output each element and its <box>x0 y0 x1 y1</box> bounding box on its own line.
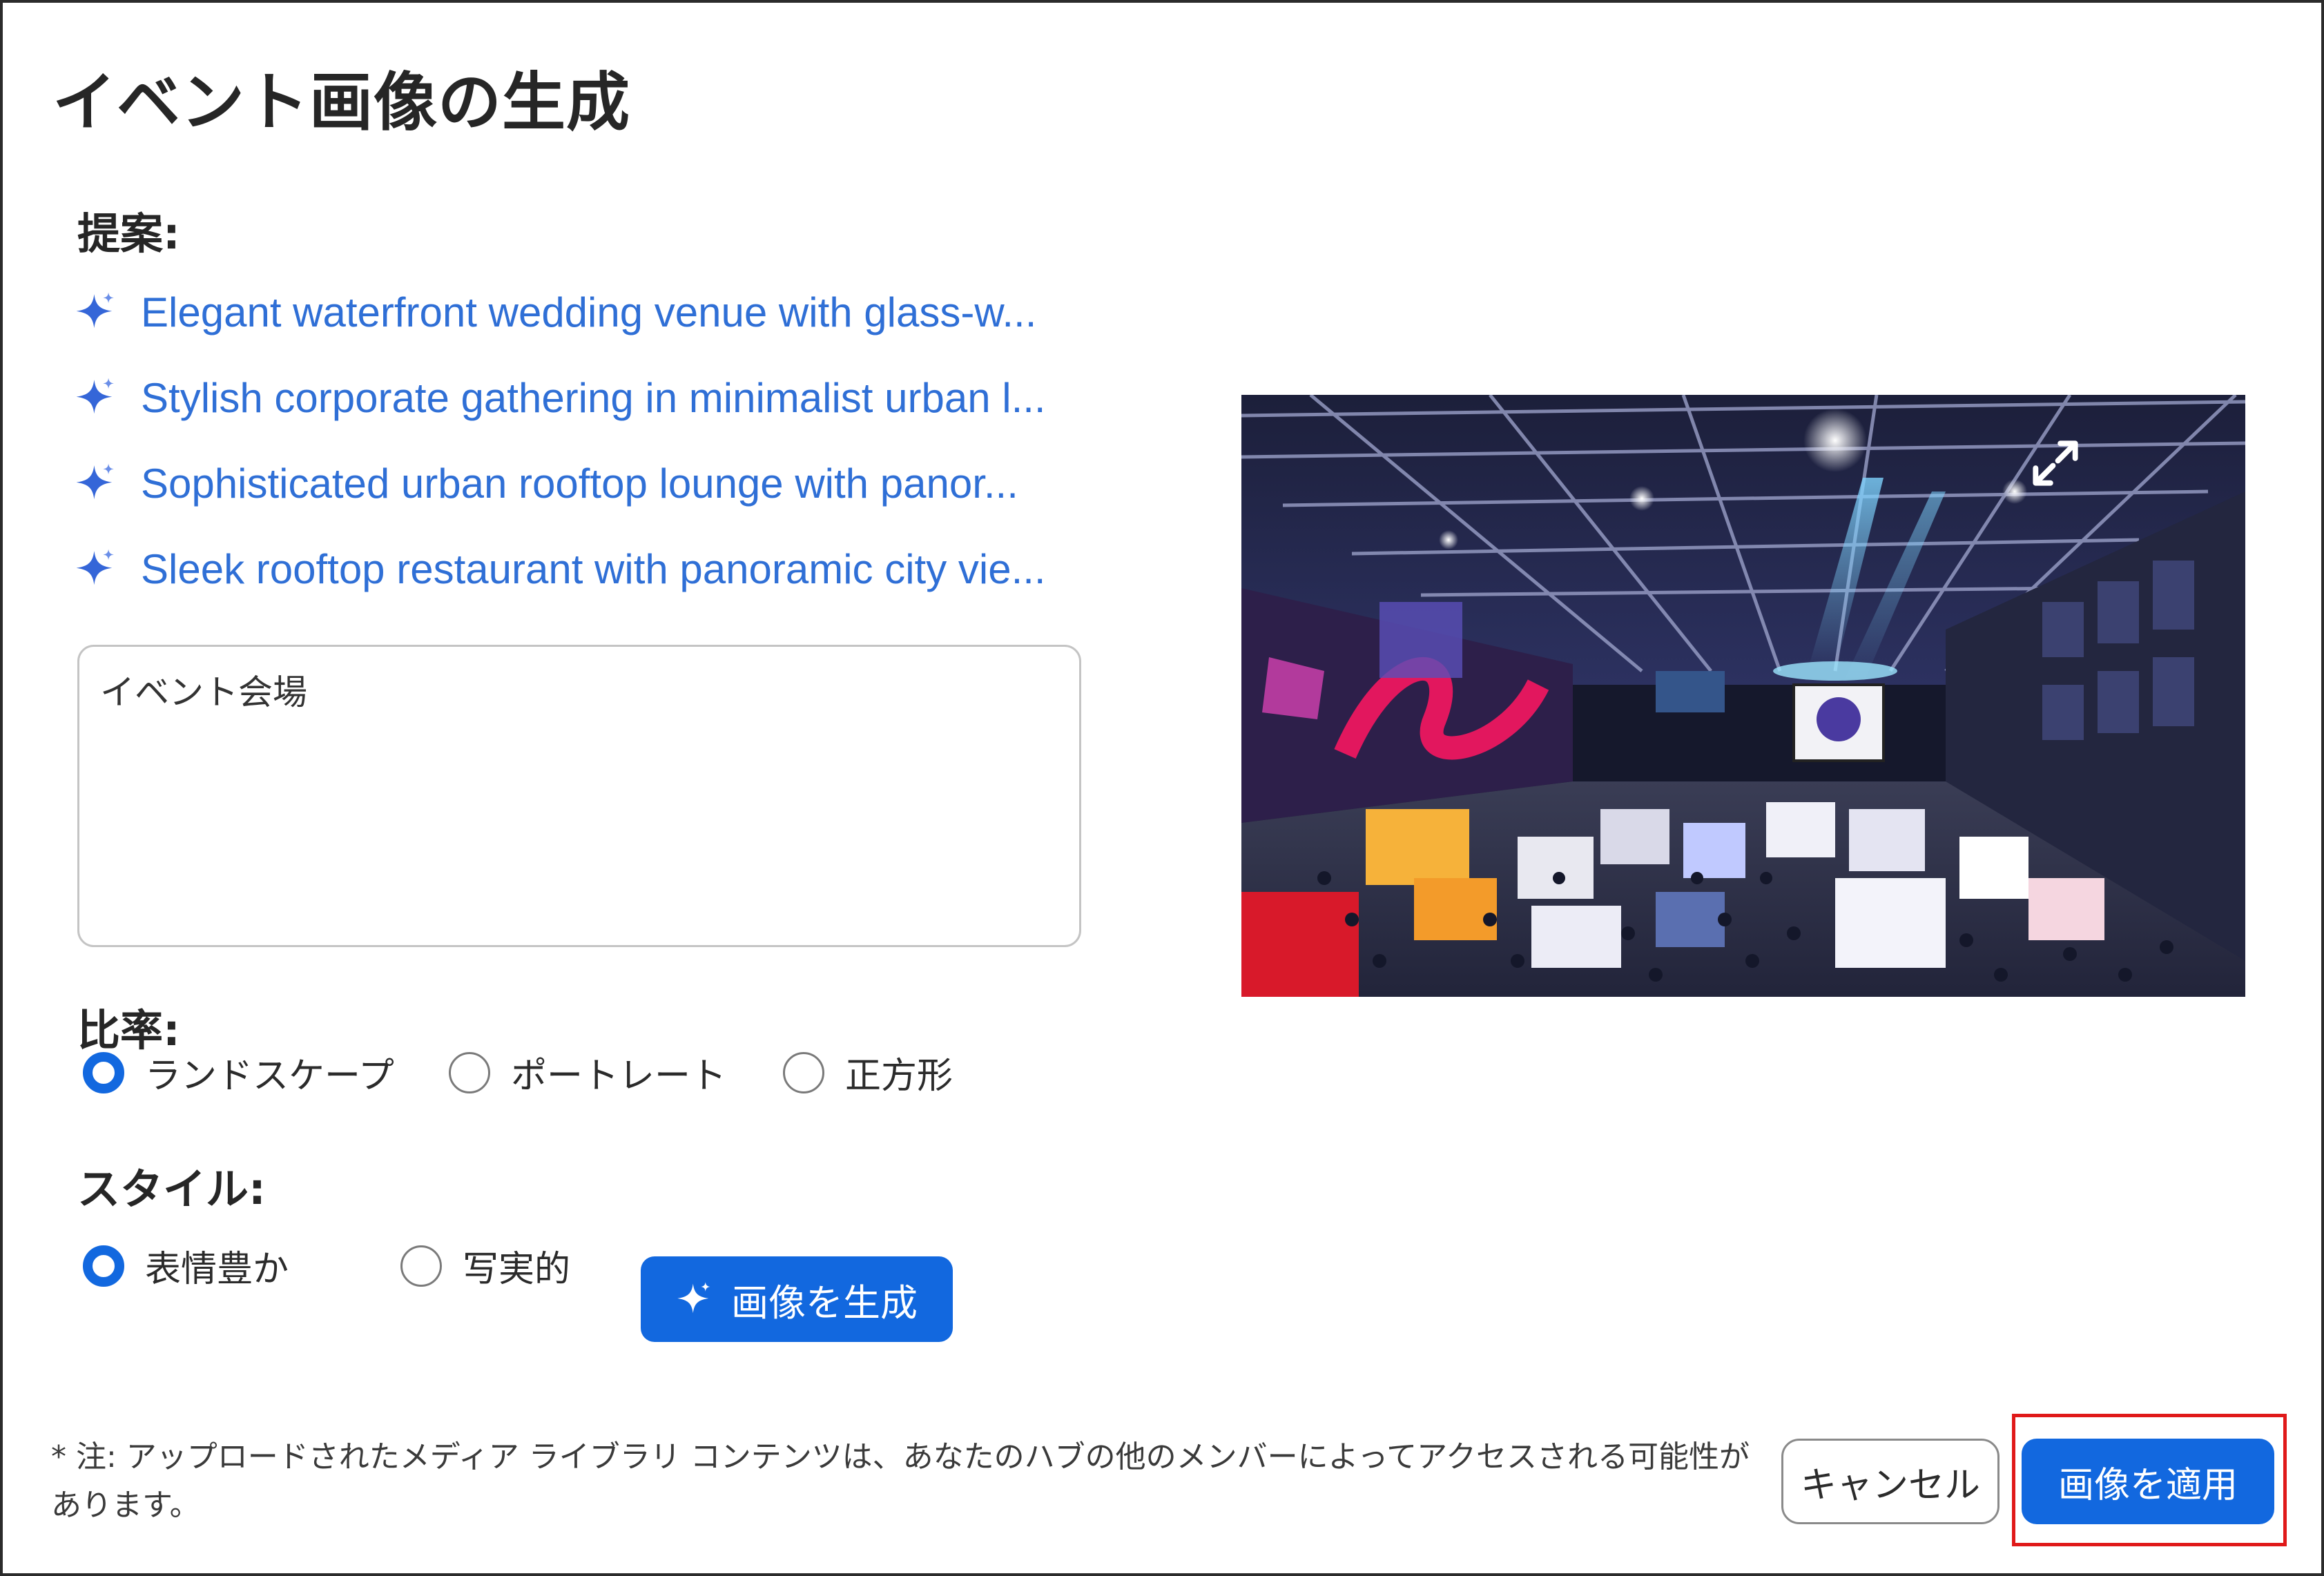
ratio-option-portrait[interactable]: ポートレート <box>449 1047 783 1098</box>
style-option-expressive[interactable]: 表情豊か <box>83 1240 400 1292</box>
suggestion-text: Sleek rooftop restaurant with panoramic … <box>141 545 1046 592</box>
sparkle-icon <box>76 292 114 329</box>
suggestion-item[interactable]: Sophisticated urban rooftop lounge with … <box>75 440 1090 526</box>
sparkle-icon <box>76 463 114 500</box>
style-options: 表情豊か 写実的 <box>83 1240 570 1292</box>
suggestion-text: Sophisticated urban rooftop lounge with … <box>141 460 1018 507</box>
ratio-options: ランドスケープ ポートレート 正方形 <box>83 1047 953 1098</box>
style-option-realistic[interactable]: 写実的 <box>400 1240 570 1292</box>
generate-image-button[interactable]: 画像を生成 <box>641 1256 953 1342</box>
event-venue-image <box>1241 395 2245 997</box>
ratio-option-square[interactable]: 正方形 <box>783 1047 953 1098</box>
apply-image-button[interactable]: 画像を適用 <box>2022 1439 2274 1524</box>
radio-label: 正方形 <box>845 1055 953 1097</box>
suggestion-item[interactable]: Elegant waterfront wedding venue with gl… <box>75 269 1090 355</box>
dialog-title: イベント画像の生成 <box>52 66 631 139</box>
sparkle-icon <box>76 378 114 414</box>
sparkle-icon <box>76 549 114 585</box>
radio-checked-icon <box>83 1051 124 1093</box>
radio-label: 写実的 <box>463 1249 571 1290</box>
radio-checked-icon <box>83 1245 124 1287</box>
radio-unchecked-icon <box>449 1051 490 1093</box>
radio-label: 表情豊か <box>145 1249 289 1290</box>
prompt-input[interactable]: イベント会場 <box>77 645 1081 947</box>
expand-icon[interactable] <box>2026 434 2085 493</box>
radio-unchecked-icon <box>400 1245 442 1287</box>
suggestion-list: Elegant waterfront wedding venue with gl… <box>75 269 1090 612</box>
suggestion-text: Stylish corporate gathering in minimalis… <box>141 374 1046 421</box>
generate-button-label: 画像を生成 <box>731 1281 918 1325</box>
style-label: スタイル: <box>77 1164 266 1214</box>
sparkle-icon <box>677 1282 710 1314</box>
suggestion-item[interactable]: Sleek rooftop restaurant with panoramic … <box>75 526 1090 612</box>
suggestion-item[interactable]: Stylish corporate gathering in minimalis… <box>75 355 1090 440</box>
radio-label: ポートレート <box>511 1055 727 1097</box>
radio-unchecked-icon <box>783 1051 824 1093</box>
generate-image-dialog: イベント画像の生成 提案: Elegant waterfront wedding… <box>0 0 2324 1576</box>
cancel-button[interactable]: キャンセル <box>1781 1439 1999 1524</box>
generated-image-preview[interactable] <box>1241 395 2245 997</box>
radio-label: ランドスケープ <box>145 1055 394 1097</box>
ratio-option-landscape[interactable]: ランドスケープ <box>83 1047 449 1098</box>
suggestion-text: Elegant waterfront wedding venue with gl… <box>141 289 1037 335</box>
suggestions-label: 提案: <box>77 208 180 259</box>
media-access-note: * 注: アップロードされたメディア ライブラリ コンテンツは、あなたのハブの他… <box>51 1439 1750 1523</box>
